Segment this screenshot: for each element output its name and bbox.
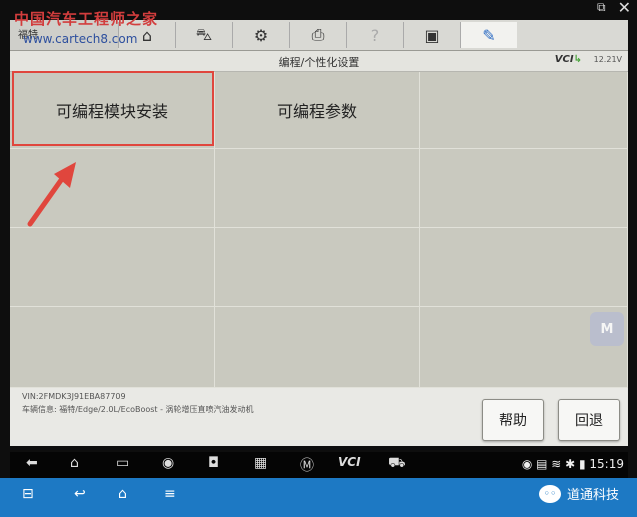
back-arrow-icon[interactable]: ⬅ xyxy=(26,455,38,471)
grid-item-empty xyxy=(420,72,628,149)
camera-icon[interactable]: ◘ xyxy=(208,455,219,471)
grid-item-empty xyxy=(420,228,628,307)
screenshot-icon[interactable]: ▦ xyxy=(254,455,267,471)
grid-item-empty xyxy=(10,307,215,388)
car-lift-button[interactable]: ⛍ xyxy=(175,22,232,48)
grid-item-parameters[interactable]: 可编程参数 xyxy=(215,72,420,149)
browser-icon[interactable]: ◉ xyxy=(162,455,174,471)
settings-button[interactable]: ⚙ xyxy=(232,22,289,48)
vehicle-info-bar: VIN:2FMDK3J91EBA87709 车辆信息: 福特/Edge/2.0L… xyxy=(10,388,628,446)
vci-status: VCI↳ xyxy=(554,54,582,65)
highlight-box xyxy=(12,71,214,146)
print-button[interactable]: ⎙ xyxy=(289,22,346,48)
clock: 15:19 xyxy=(589,457,624,471)
back-icon[interactable]: ↩ xyxy=(74,486,86,502)
android-nav-bar: ⬅ ⌂ ▭ ◉ ◘ ▦ Ⓜ VCI ⛟ ◉ ▤ ≋ ✱ ▮ 15:19 xyxy=(10,452,628,478)
pointer-arrow-icon xyxy=(27,162,76,227)
car-icon[interactable]: ⛟ xyxy=(388,455,406,473)
wechat-watermark: ◦◦ 道通科技 xyxy=(538,484,619,503)
m-app-icon[interactable]: Ⓜ xyxy=(300,455,314,475)
battery-voltage: 12.21V xyxy=(593,55,622,64)
floating-m-button[interactable]: M xyxy=(590,312,624,346)
vci-nav-icon[interactable]: VCI xyxy=(338,455,361,469)
vin-text: VIN:2FMDK3J91EBA87709 xyxy=(22,392,126,401)
app-frame: ⧉ ✕ 福特 ⌂ ⛍ ⚙ ⎙ ? ▣ ✎ 中国汽车工程师之家 www.carte… xyxy=(0,0,637,517)
help-button[interactable]: 帮助 xyxy=(482,399,544,441)
pen-icon: ✎ xyxy=(482,25,496,45)
home-nav-icon[interactable]: ⌂ xyxy=(70,455,79,471)
grid-item-empty xyxy=(215,307,420,388)
pen-button[interactable]: ✎ xyxy=(460,22,517,48)
help-icon: ? xyxy=(370,25,380,45)
back-button[interactable]: 回退 xyxy=(558,399,620,441)
printer-icon: ⎙ xyxy=(311,25,325,44)
system-bottom-bar: ⊟ ↩ ⌂ ≡ ◦◦ 道通科技 xyxy=(0,478,637,517)
grid-item-empty xyxy=(420,149,628,228)
app-switch-icon[interactable]: ⊟ xyxy=(22,486,34,502)
vehicle-text: 车辆信息: 福特/Edge/2.0L/EcoBoost - 涡轮增压直喷汽油发动… xyxy=(22,405,254,414)
close-icon[interactable]: ✕ xyxy=(618,0,631,17)
popout-icon[interactable]: ⧉ xyxy=(597,0,611,14)
help-toolbar-button[interactable]: ? xyxy=(346,22,403,48)
status-area: ◉ ▤ ≋ ✱ ▮ 15:19 xyxy=(521,457,624,471)
gear-icon: ⚙ xyxy=(253,25,269,45)
watermark-title: 中国汽车工程师之家 xyxy=(14,10,159,28)
sub-header: 编程/个性化设置 VCI↳ 12.21V xyxy=(10,51,628,72)
wechat-icon: ◦◦ xyxy=(538,484,561,503)
wechat-account-name: 道通科技 xyxy=(566,488,619,503)
grid-item-empty xyxy=(215,149,420,228)
menu-icon[interactable]: ≡ xyxy=(164,486,176,502)
grid-item-empty xyxy=(215,228,420,307)
home-outline-icon[interactable]: ⌂ xyxy=(118,486,127,502)
recent-apps-icon[interactable]: ▭ xyxy=(116,455,129,471)
page-title: 编程/个性化设置 xyxy=(278,56,360,69)
car-lift-icon: ⛍ xyxy=(195,24,213,44)
grid-item-empty xyxy=(10,228,215,307)
save-button[interactable]: ▣ xyxy=(403,22,460,48)
watermark-url: www.cartech8.com xyxy=(23,32,138,46)
save-icon: ▣ xyxy=(424,25,440,45)
